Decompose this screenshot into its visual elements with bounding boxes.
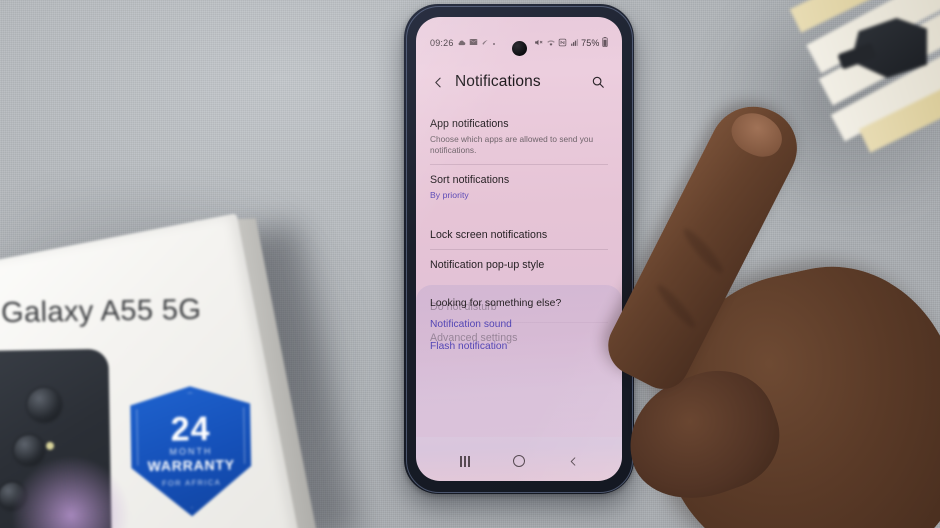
card-heading: Looking for something else? bbox=[430, 298, 562, 309]
settings-row-app-notifications[interactable]: App notifications Choose which apps are … bbox=[416, 109, 622, 165]
row-title: Notification pop-up style bbox=[430, 259, 545, 272]
mute-icon bbox=[534, 38, 543, 49]
pointing-hand bbox=[584, 76, 940, 528]
mail-icon bbox=[469, 38, 478, 48]
phone-screen[interactable]: 09:26 75% Notifications App notification… bbox=[416, 17, 622, 481]
warranty-badge: 24 MONTH WARRANTY FOR AFRICA bbox=[130, 385, 252, 517]
status-bar-left: 09:26 bbox=[430, 38, 496, 49]
wifi-icon bbox=[546, 38, 556, 49]
nav-back-button[interactable] bbox=[560, 450, 586, 472]
signal-icon bbox=[570, 38, 579, 49]
galaxy-a55-retail-box: Galaxy A55 5G 24 MONTH WARRANTY FOR AFRI… bbox=[0, 200, 370, 528]
dot-icon bbox=[492, 38, 496, 48]
page-title: Notifications bbox=[455, 73, 541, 90]
row-value: By priority bbox=[430, 189, 469, 200]
settings-row-lock-screen-notifications[interactable]: Lock screen notifications bbox=[416, 220, 622, 251]
battery-percent: 75% bbox=[581, 38, 600, 48]
camera-lens-icon bbox=[27, 387, 62, 423]
camera-flash-icon bbox=[45, 441, 55, 450]
home-button[interactable] bbox=[506, 450, 532, 472]
link-flash-notification[interactable]: Flash notification bbox=[430, 341, 608, 352]
warranty-label: WARRANTY bbox=[147, 456, 236, 475]
settings-row-notification-popup-style[interactable]: Notification pop-up style bbox=[416, 250, 622, 280]
looking-for-something-else-card: Looking for something else? Notification… bbox=[416, 285, 622, 437]
warranty-region: FOR AFRICA bbox=[161, 477, 222, 488]
cloud-icon bbox=[457, 38, 466, 49]
knuckle-crease bbox=[653, 281, 699, 331]
settings-row-sort-notifications[interactable]: Sort notifications By priority bbox=[416, 165, 622, 208]
note-icon bbox=[481, 38, 489, 48]
warranty-number: 24 bbox=[170, 409, 211, 449]
front-camera-punch-hole bbox=[511, 41, 527, 56]
row-title: Lock screen notifications bbox=[430, 228, 548, 241]
fingernail bbox=[724, 105, 790, 165]
link-notification-sound[interactable]: Notification sound bbox=[430, 319, 608, 330]
warranty-period: MONTH bbox=[169, 445, 213, 457]
status-bar-right: 75% bbox=[534, 37, 608, 49]
row-title: App notifications bbox=[430, 118, 509, 130]
knuckle-crease bbox=[679, 225, 727, 277]
row-subtitle: Choose which apps are allowed to send yo… bbox=[430, 134, 594, 156]
back-button[interactable] bbox=[429, 73, 447, 91]
box-purple-glow bbox=[9, 454, 133, 528]
back-chevron-icon bbox=[570, 456, 575, 466]
recents-icon bbox=[460, 455, 470, 467]
row-title: Sort notifications bbox=[430, 173, 510, 186]
status-time: 09:26 bbox=[430, 38, 454, 48]
home-circle-icon bbox=[512, 454, 526, 468]
app-header: Notifications bbox=[416, 65, 622, 99]
battery-icon bbox=[602, 37, 608, 49]
recents-button[interactable] bbox=[452, 450, 478, 472]
nfc-icon bbox=[558, 38, 567, 49]
system-navigation-bar bbox=[416, 441, 622, 481]
box-brand-model-text: Galaxy A55 5G bbox=[0, 293, 202, 330]
